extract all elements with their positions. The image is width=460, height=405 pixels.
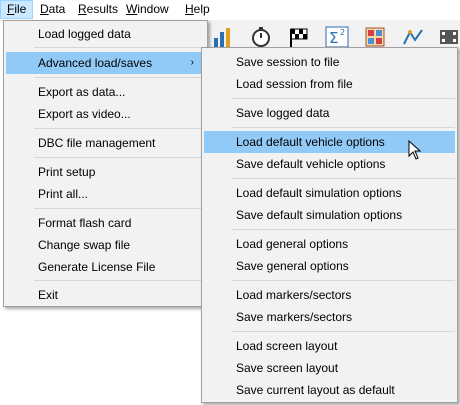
menu-file[interactable]: File bbox=[0, 0, 34, 19]
menu-separator bbox=[34, 157, 205, 158]
menu-results-mnemonic: R bbox=[78, 2, 87, 16]
menu-help[interactable]: Help bbox=[179, 0, 216, 19]
menu-separator bbox=[232, 280, 455, 281]
submenu-item-save-markers-sectors[interactable]: Save markers/sectors bbox=[204, 306, 455, 328]
svg-text:2: 2 bbox=[340, 28, 345, 37]
submenu-item-load-markers-sectors[interactable]: Load markers/sectors bbox=[204, 284, 455, 306]
menu-separator bbox=[34, 128, 205, 129]
menu-item-change-swap-file[interactable]: Change swap file bbox=[6, 234, 205, 256]
submenu-item-save-default-simulation-options[interactable]: Save default simulation options bbox=[204, 204, 455, 226]
menu-separator bbox=[232, 98, 455, 99]
menu-item-label: Save markers/sectors bbox=[236, 310, 353, 324]
mouse-cursor-icon bbox=[408, 140, 422, 160]
menu-item-label: Print all... bbox=[38, 187, 89, 201]
menu-data-label: ata bbox=[48, 2, 66, 16]
menu-item-label: Save session to file bbox=[236, 55, 340, 69]
menu-item-label: Load screen layout bbox=[236, 339, 338, 353]
menu-item-label: Load default vehicle options bbox=[236, 135, 385, 149]
menu-item-label: Save screen layout bbox=[236, 361, 339, 375]
submenu-item-save-session-to-file[interactable]: Save session to file bbox=[204, 51, 455, 73]
menu-item-label: Save current layout as default bbox=[236, 383, 395, 397]
menu-data[interactable]: Data bbox=[34, 0, 71, 19]
menu-item-label: Export as video... bbox=[38, 107, 131, 121]
menu-data-mnemonic: D bbox=[40, 2, 49, 16]
menu-item-print-setup[interactable]: Print setup bbox=[6, 161, 205, 183]
menu-item-generate-license-file[interactable]: Generate License File bbox=[6, 256, 205, 278]
menu-item-label: Generate License File bbox=[38, 260, 156, 274]
menu-separator bbox=[232, 331, 455, 332]
menu-results[interactable]: Results bbox=[72, 0, 124, 19]
menu-window[interactable]: Window bbox=[120, 0, 175, 19]
menu-separator bbox=[34, 77, 205, 78]
menu-separator bbox=[34, 280, 205, 281]
menu-item-exit[interactable]: Exit bbox=[6, 284, 205, 306]
file-menu: Load logged data Advanced load/saves › E… bbox=[3, 20, 208, 307]
menu-separator bbox=[232, 127, 455, 128]
menu-item-label: Save logged data bbox=[236, 106, 330, 120]
submenu-item-load-general-options[interactable]: Load general options bbox=[204, 233, 455, 255]
menu-item-label: Load markers/sectors bbox=[236, 288, 352, 302]
submenu-item-save-current-layout-as-default[interactable]: Save current layout as default bbox=[204, 379, 455, 401]
menu-item-export-as-video[interactable]: Export as video... bbox=[6, 103, 205, 125]
menu-results-label: esults bbox=[86, 2, 119, 16]
menu-item-load-logged-data[interactable]: Load logged data bbox=[6, 23, 205, 45]
menu-item-format-flash-card[interactable]: Format flash card bbox=[6, 212, 205, 234]
menu-window-mnemonic: W bbox=[126, 2, 138, 16]
submenu-item-save-screen-layout[interactable]: Save screen layout bbox=[204, 357, 455, 379]
menu-item-label: Load logged data bbox=[38, 27, 131, 41]
menu-help-mnemonic: H bbox=[185, 2, 194, 16]
menu-bar: File Data Results Window Help bbox=[0, 0, 460, 21]
menu-item-label: Save default simulation options bbox=[236, 208, 403, 222]
advanced-load-saves-submenu: Save session to file Load session from f… bbox=[201, 47, 458, 403]
menu-item-label: DBC file management bbox=[38, 136, 156, 150]
menu-item-label: Load general options bbox=[236, 237, 349, 251]
menu-item-label: Save general options bbox=[236, 259, 349, 273]
menu-item-label: Load default simulation options bbox=[236, 186, 402, 200]
submenu-item-save-logged-data[interactable]: Save logged data bbox=[204, 102, 455, 124]
menu-separator bbox=[232, 178, 455, 179]
menu-item-label: Load session from file bbox=[236, 77, 353, 91]
menu-separator bbox=[34, 47, 205, 48]
menu-separator bbox=[34, 208, 205, 209]
menu-window-label: indow bbox=[137, 2, 169, 16]
menu-item-dbc-file-management[interactable]: DBC file management bbox=[6, 132, 205, 154]
submenu-item-load-default-simulation-options[interactable]: Load default simulation options bbox=[204, 182, 455, 204]
menu-help-label: elp bbox=[193, 2, 210, 16]
menu-item-label: Exit bbox=[38, 288, 59, 302]
menu-item-label: Format flash card bbox=[38, 216, 132, 230]
menu-item-label: Print setup bbox=[38, 165, 96, 179]
menu-separator bbox=[232, 229, 455, 230]
menu-item-label: Change swap file bbox=[38, 238, 131, 252]
menu-item-print-all[interactable]: Print all... bbox=[6, 183, 205, 205]
menu-item-label: Export as data... bbox=[38, 85, 126, 99]
submenu-item-load-session-from-file[interactable]: Load session from file bbox=[204, 73, 455, 95]
chevron-right-icon: › bbox=[190, 57, 194, 68]
menu-item-advanced-load-saves[interactable]: Advanced load/saves › bbox=[6, 52, 205, 74]
menu-item-export-as-data[interactable]: Export as data... bbox=[6, 81, 205, 103]
svg-text:Σ: Σ bbox=[329, 29, 338, 47]
submenu-item-load-screen-layout[interactable]: Load screen layout bbox=[204, 335, 455, 357]
menu-item-label: Save default vehicle options bbox=[236, 157, 386, 171]
menu-item-label: Advanced load/saves bbox=[38, 56, 153, 70]
menu-file-label: ile bbox=[14, 2, 27, 16]
submenu-item-save-general-options[interactable]: Save general options bbox=[204, 255, 455, 277]
